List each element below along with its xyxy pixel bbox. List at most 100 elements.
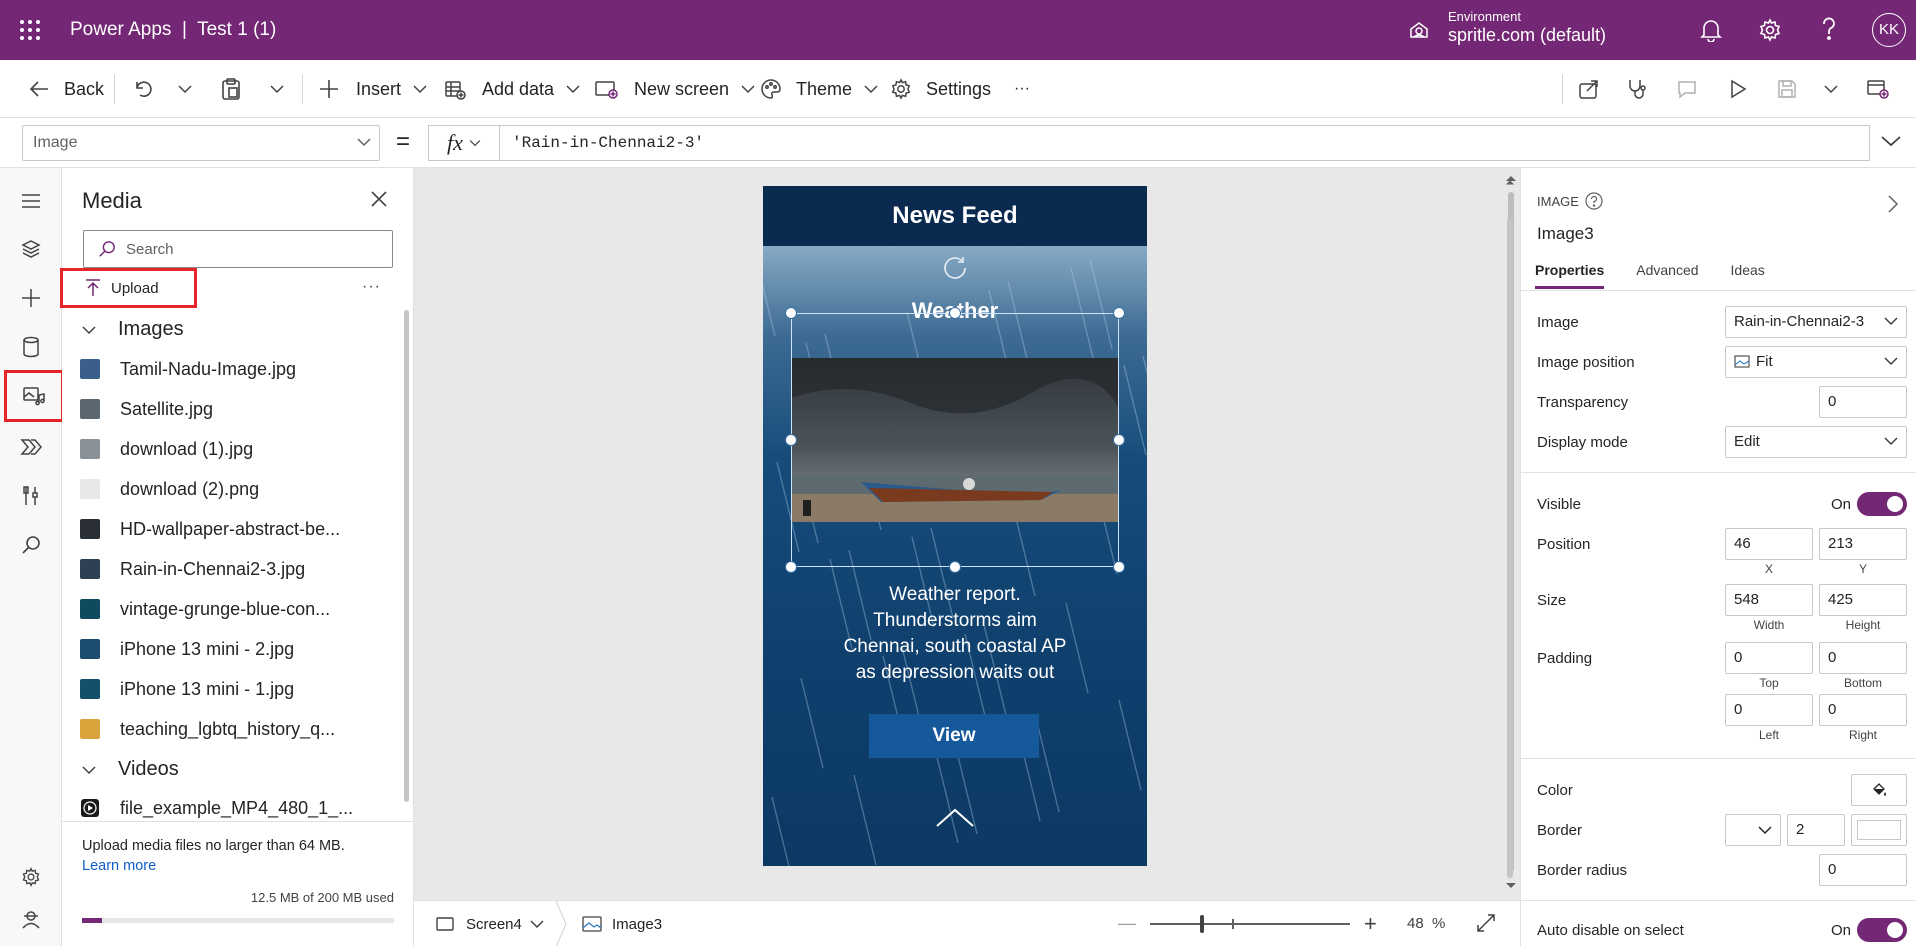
tab-advanced[interactable]: Advanced [1636,262,1698,289]
scrollbar-thumb[interactable] [1507,218,1513,878]
list-item[interactable]: HD-wallpaper-abstract-be... [80,509,340,549]
hamburger-menu-icon[interactable] [8,178,54,224]
padding-top-input[interactable]: 0 [1725,642,1813,674]
scroll-up-arrow-icon[interactable] [1505,178,1515,186]
expand-formula-chevron-icon[interactable] [1880,134,1902,148]
selection-frame[interactable] [791,313,1119,567]
height-input[interactable]: 425 [1819,584,1907,616]
more-commands-button[interactable]: ··· [1014,60,1030,118]
environment-value[interactable]: spritle.com (default) [1448,25,1606,46]
property-dropdown[interactable]: Image [22,125,380,161]
theme-button[interactable]: Theme [760,60,878,118]
list-item[interactable]: teaching_lgbtq_history_q... [80,709,335,749]
formula-input[interactable]: 'Rain-in-Chennai2-3' [500,125,1870,161]
padding-right-input[interactable]: 0 [1819,694,1907,726]
border-style-dropdown[interactable] [1725,814,1781,846]
resize-handle[interactable] [785,561,797,573]
tab-properties[interactable]: Properties [1535,262,1605,289]
close-icon[interactable] [370,190,388,208]
color-picker-button[interactable] [1851,774,1907,806]
save-options-dropdown[interactable] [1824,60,1838,118]
images-section-header[interactable]: Images [82,318,184,341]
media-search-input[interactable]: Search [83,230,393,268]
list-item[interactable]: iPhone 13 mini - 2.jpg [80,629,294,669]
tab-ideas[interactable]: Ideas [1731,262,1765,289]
user-avatar[interactable]: KK [1872,13,1906,47]
design-canvas[interactable]: News Feed Weather report. Thunderstorms … [414,168,1520,900]
view-button[interactable]: View [869,714,1039,758]
tree-view-layers-icon[interactable] [8,226,54,272]
media-list-scrollbar[interactable] [404,310,409,802]
display-mode-dropdown[interactable]: Edit [1725,426,1907,458]
settings-gear-icon[interactable] [1758,18,1782,42]
list-item[interactable]: download (1).jpg [80,429,253,469]
settings-button[interactable]: Settings [890,60,991,118]
list-item[interactable]: vintage-grunge-blue-con... [80,589,330,629]
comments-icon[interactable] [1676,60,1698,118]
auto-disable-toggle[interactable] [1857,918,1907,942]
notifications-bell-icon[interactable] [1700,18,1722,42]
media-icon[interactable] [4,370,64,422]
app-launcher-icon[interactable] [18,18,42,42]
visible-toggle[interactable] [1857,492,1907,516]
environment-icon[interactable] [1408,19,1430,41]
resize-handle[interactable] [949,307,961,319]
border-color-picker[interactable] [1851,814,1907,846]
image-position-dropdown[interactable]: Fit [1725,346,1907,378]
save-icon[interactable] [1776,60,1798,118]
share-icon[interactable] [1578,60,1600,118]
undo-button[interactable] [132,60,154,118]
list-item[interactable]: Tamil-Nadu-Image.jpg [80,349,296,389]
zoom-slider-knob[interactable] [1200,915,1204,933]
resize-handle[interactable] [1113,434,1125,446]
new-screen-button[interactable]: New screen [594,60,755,118]
preview-play-icon[interactable] [1728,60,1748,118]
padding-left-input[interactable]: 0 [1725,694,1813,726]
position-y-input[interactable]: 213 [1819,528,1907,560]
list-item[interactable]: Rain-in-Chennai2-3.jpg [80,549,305,589]
data-cylinder-icon[interactable] [8,324,54,370]
padding-bottom-input[interactable]: 0 [1819,642,1907,674]
media-more-options-button[interactable]: ··· [362,278,381,296]
learn-more-link[interactable]: Learn more [82,858,156,874]
breadcrumb-control[interactable]: Image3 [582,901,662,946]
function-fx-button[interactable]: fx [428,125,500,161]
paste-button[interactable] [220,60,242,118]
transparency-input[interactable]: 0 [1819,386,1907,418]
help-icon[interactable] [1818,16,1840,42]
publish-icon[interactable] [1866,60,1890,118]
zoom-in-button[interactable]: + [1364,911,1377,937]
width-input[interactable]: 548 [1725,584,1813,616]
zoom-slider[interactable] [1150,915,1350,933]
upload-button[interactable]: Upload [60,268,197,308]
search-icon[interactable] [8,522,54,568]
zoom-out-button[interactable]: — [1118,913,1136,934]
app-screen-preview[interactable]: News Feed Weather report. Thunderstorms … [763,186,1147,866]
fit-to-window-expand-icon[interactable] [1476,913,1496,933]
resize-handle[interactable] [785,307,797,319]
settings-gear-icon[interactable] [8,854,54,900]
paste-dropdown[interactable] [270,60,284,118]
image-property-dropdown[interactable]: Rain-in-Chennai2-3 [1725,306,1907,338]
add-data-button[interactable]: Add data [444,60,580,118]
back-button[interactable]: Back [28,60,104,118]
position-x-input[interactable]: 46 [1725,528,1813,560]
refresh-icon[interactable] [941,254,969,282]
virtual-agent-icon[interactable] [8,896,54,942]
chevron-up-icon[interactable] [935,806,975,828]
chevron-right-icon[interactable] [1887,194,1899,214]
weather-report-text[interactable]: Weather report. Thunderstorms aim Chenna… [763,582,1147,686]
news-feed-header[interactable]: News Feed [763,186,1147,246]
insert-plus-icon[interactable] [8,275,54,321]
app-checker-stethoscope-icon[interactable] [1626,60,1648,118]
power-automate-icon[interactable] [8,424,54,470]
resize-handle[interactable] [949,561,961,573]
list-item[interactable]: iPhone 13 mini - 1.jpg [80,669,294,709]
border-radius-input[interactable]: 0 [1819,854,1907,886]
resize-handle[interactable] [1113,307,1125,319]
resize-handle[interactable] [785,434,797,446]
undo-dropdown[interactable] [178,60,192,118]
breadcrumb-screen[interactable]: Screen4 [436,901,544,946]
help-circle-icon[interactable] [1585,192,1603,210]
list-item[interactable]: Satellite.jpg [80,389,213,429]
